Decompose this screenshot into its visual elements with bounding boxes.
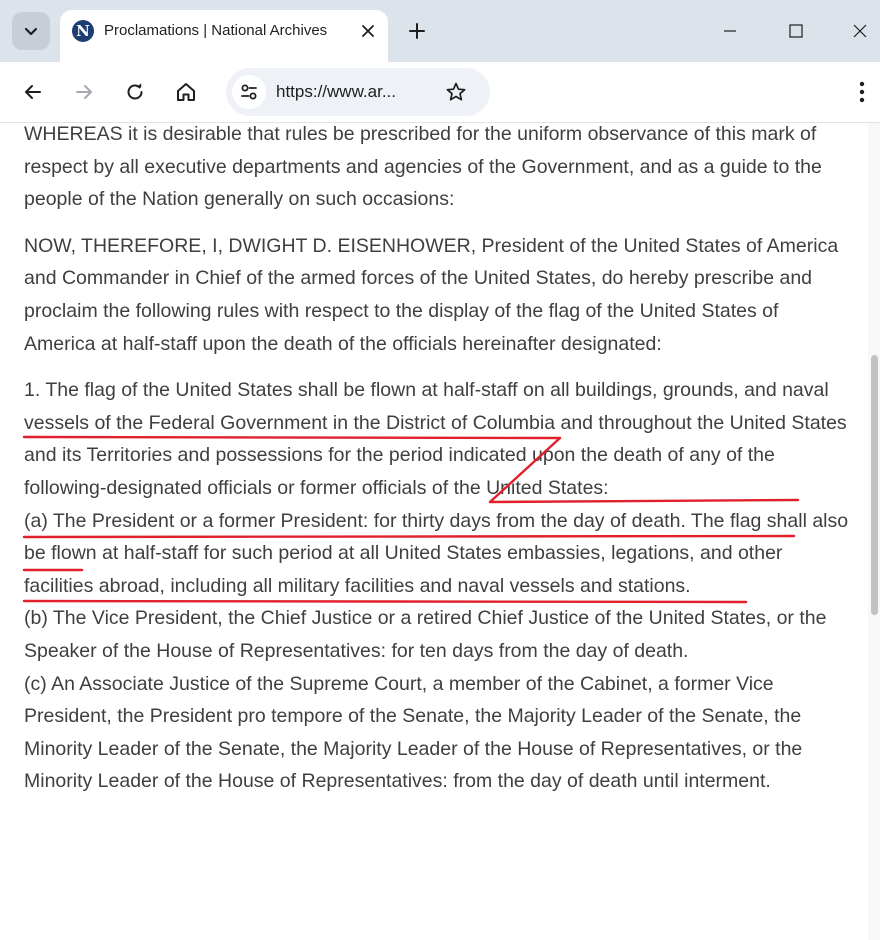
maximize-icon	[789, 24, 803, 38]
tab-title: Proclamations | National Archives	[104, 22, 328, 39]
proclamation-text: WHEREAS it is desirable that rules be pr…	[24, 123, 854, 798]
tab-search-button[interactable]	[12, 12, 50, 50]
national-archives-favicon-icon: N	[72, 20, 94, 42]
tab-close-button[interactable]	[358, 21, 378, 41]
page-scrollbar[interactable]	[868, 123, 880, 940]
scrollbar-thumb[interactable]	[871, 355, 878, 615]
close-icon	[362, 25, 374, 37]
url-text[interactable]: https://www.ar...	[276, 80, 396, 104]
whereas-paragraph: WHEREAS it is desirable that rules be pr…	[24, 123, 822, 211]
now-therefore-paragraph: NOW, THEREFORE, I, DWIGHT D. EISENHOWER,…	[24, 234, 839, 355]
chevron-down-icon	[24, 27, 38, 36]
plus-icon	[409, 23, 425, 39]
active-tab[interactable]: N Proclamations | National Archives	[60, 10, 388, 62]
back-button[interactable]	[16, 75, 50, 109]
minimize-button[interactable]	[712, 14, 748, 48]
minimize-icon	[724, 30, 736, 32]
rule-1-paragraph: 1. The flag of the United States shall b…	[24, 379, 847, 499]
browser-menu-button[interactable]	[848, 75, 876, 109]
reload-icon	[127, 83, 143, 100]
home-icon	[177, 83, 195, 101]
item-a-paragraph: (a) The President or a former President:…	[24, 509, 849, 597]
arrow-right-icon	[76, 85, 92, 99]
tab-strip: N Proclamations | National Archives	[0, 0, 880, 62]
address-bar[interactable]: https://www.ar...	[226, 68, 490, 116]
new-tab-button[interactable]	[402, 16, 432, 46]
maximize-button[interactable]	[778, 14, 814, 48]
site-info-button[interactable]	[232, 75, 266, 109]
reload-button[interactable]	[118, 75, 152, 109]
close-icon	[853, 24, 867, 38]
item-b-paragraph: (b) The Vice President, the Chief Justic…	[24, 607, 827, 662]
forward-button[interactable]	[67, 75, 101, 109]
bookmark-button[interactable]	[444, 80, 468, 104]
item-c-paragraph: (c) An Associate Justice of the Supreme …	[24, 672, 803, 793]
home-button[interactable]	[169, 75, 203, 109]
arrow-left-icon	[25, 85, 41, 99]
close-window-button[interactable]	[842, 14, 878, 48]
tune-icon	[241, 84, 257, 100]
kebab-menu-icon	[859, 81, 865, 103]
star-icon	[446, 82, 466, 101]
browser-toolbar: https://www.ar...	[0, 62, 880, 123]
page-content: WHEREAS it is desirable that rules be pr…	[0, 123, 868, 940]
